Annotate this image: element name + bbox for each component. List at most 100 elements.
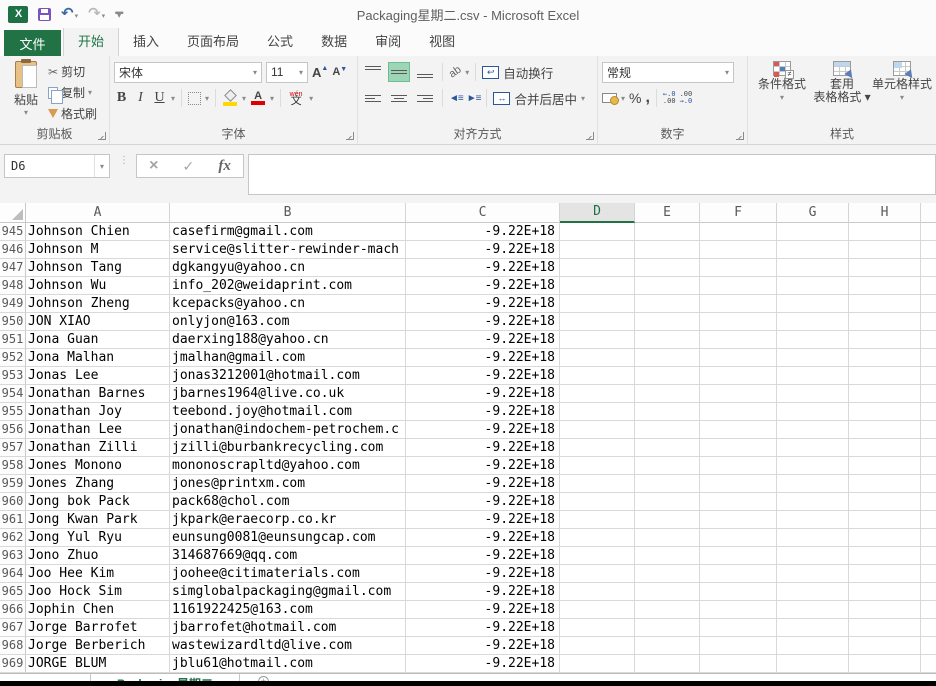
cell-B961[interactable]: jkpark@eraecorp.co.kr: [170, 511, 406, 529]
cell-H959[interactable]: [849, 475, 921, 493]
cell-A956[interactable]: Jonathan Lee: [26, 421, 170, 439]
cell-H966[interactable]: [849, 601, 921, 619]
align-center-button[interactable]: [388, 88, 410, 108]
cell-E948[interactable]: [635, 277, 700, 295]
chevron-down-icon[interactable]: ▾: [242, 94, 246, 103]
cell-G962[interactable]: [777, 529, 849, 547]
cell-E953[interactable]: [635, 367, 700, 385]
cell-F963[interactable]: [700, 547, 777, 565]
cell-G966[interactable]: [777, 601, 849, 619]
dialog-launcher-icon[interactable]: [586, 132, 594, 140]
align-top-button[interactable]: [362, 62, 384, 82]
cell-H953[interactable]: [849, 367, 921, 385]
row-header-964[interactable]: 964: [0, 565, 26, 583]
cell-A951[interactable]: Jona Guan: [26, 331, 170, 349]
dialog-launcher-icon[interactable]: [346, 132, 354, 140]
cell-E954[interactable]: [635, 385, 700, 403]
cell-A962[interactable]: Jong Yul Ryu: [26, 529, 170, 547]
cell-B966[interactable]: 1161922425@163.com: [170, 601, 406, 619]
cell-H955[interactable]: [849, 403, 921, 421]
borders-icon[interactable]: [188, 92, 201, 105]
tab-file[interactable]: 文件: [4, 30, 61, 56]
row-header-945[interactable]: 945: [0, 223, 26, 241]
chevron-down-icon[interactable]: ▾: [270, 94, 274, 103]
cell-C946[interactable]: -9.22E+18: [406, 241, 560, 259]
cell-D955[interactable]: [560, 403, 635, 421]
cell-A950[interactable]: JON XIAO: [26, 313, 170, 331]
chevron-down-icon[interactable]: ▾: [75, 13, 79, 20]
cell-F966[interactable]: [700, 601, 777, 619]
cell-G967[interactable]: [777, 619, 849, 637]
cell-A961[interactable]: Jong Kwan Park: [26, 511, 170, 529]
cell-C951[interactable]: -9.22E+18: [406, 331, 560, 349]
cell-D958[interactable]: [560, 457, 635, 475]
cell-A959[interactable]: Jones Zhang: [26, 475, 170, 493]
align-middle-button[interactable]: [388, 62, 410, 82]
cell-A963[interactable]: Jono Zhuo: [26, 547, 170, 565]
cell-E958[interactable]: [635, 457, 700, 475]
row-header-965[interactable]: 965: [0, 583, 26, 601]
cell-B958[interactable]: mononoscrapltd@yahoo.com: [170, 457, 406, 475]
decrease-decimal-button[interactable]: .00→.0: [680, 91, 693, 105]
cell-D956[interactable]: [560, 421, 635, 439]
column-header-C[interactable]: C: [406, 203, 560, 223]
cell-C962[interactable]: -9.22E+18: [406, 529, 560, 547]
cell-H963[interactable]: [849, 547, 921, 565]
cell-D952[interactable]: [560, 349, 635, 367]
cell-F945[interactable]: [700, 223, 777, 241]
cell-E957[interactable]: [635, 439, 700, 457]
row-header-950[interactable]: 950: [0, 313, 26, 331]
row-header-959[interactable]: 959: [0, 475, 26, 493]
cell-E964[interactable]: [635, 565, 700, 583]
cell-C947[interactable]: -9.22E+18: [406, 259, 560, 277]
cell-E955[interactable]: [635, 403, 700, 421]
cell-C945[interactable]: -9.22E+18: [406, 223, 560, 241]
cell-F953[interactable]: [700, 367, 777, 385]
cell-F960[interactable]: [700, 493, 777, 511]
cell-G956[interactable]: [777, 421, 849, 439]
row-header-962[interactable]: 962: [0, 529, 26, 547]
cell-F956[interactable]: [700, 421, 777, 439]
cell-H967[interactable]: [849, 619, 921, 637]
cell-E966[interactable]: [635, 601, 700, 619]
dialog-launcher-icon[interactable]: [98, 132, 106, 140]
cell-H954[interactable]: [849, 385, 921, 403]
formula-input[interactable]: [248, 154, 936, 195]
cell-F949[interactable]: [700, 295, 777, 313]
chevron-down-icon[interactable]: ▾: [88, 88, 92, 97]
cell-H964[interactable]: [849, 565, 921, 583]
cell-D948[interactable]: [560, 277, 635, 295]
cell-C967[interactable]: -9.22E+18: [406, 619, 560, 637]
cell-B956[interactable]: jonathan@indochem-petrochem.c: [170, 421, 406, 439]
row-header-961[interactable]: 961: [0, 511, 26, 529]
row-header-953[interactable]: 953: [0, 367, 26, 385]
cell-G951[interactable]: [777, 331, 849, 349]
cell-E960[interactable]: [635, 493, 700, 511]
column-header-B[interactable]: B: [170, 203, 406, 223]
percent-style-button[interactable]: %: [629, 90, 641, 106]
cell-D960[interactable]: [560, 493, 635, 511]
chevron-down-icon[interactable]: ▾: [581, 94, 585, 103]
comma-style-button[interactable]: ,: [645, 89, 649, 107]
cell-B946[interactable]: service@slitter-rewinder-mach: [170, 241, 406, 259]
cell-A960[interactable]: Jong bok Pack: [26, 493, 170, 511]
cell-H969[interactable]: [849, 655, 921, 673]
cell-D965[interactable]: [560, 583, 635, 601]
cell-B954[interactable]: jbarnes1964@live.co.uk: [170, 385, 406, 403]
cell-G952[interactable]: [777, 349, 849, 367]
cell-D962[interactable]: [560, 529, 635, 547]
cell-E952[interactable]: [635, 349, 700, 367]
cell-A967[interactable]: Jorge Barrofet: [26, 619, 170, 637]
cell-B960[interactable]: pack68@chol.com: [170, 493, 406, 511]
cell-A958[interactable]: Jones Monono: [26, 457, 170, 475]
tab-home[interactable]: 开始: [63, 25, 119, 56]
formula-bar-handle[interactable]: ⋮: [119, 158, 129, 163]
font-size-select[interactable]: 11 ▾: [266, 62, 308, 83]
cell-F951[interactable]: [700, 331, 777, 349]
cell-G965[interactable]: [777, 583, 849, 601]
cell-G949[interactable]: [777, 295, 849, 313]
cell-F967[interactable]: [700, 619, 777, 637]
tab-review[interactable]: 审阅: [361, 26, 415, 56]
increase-indent-button[interactable]: ►≡: [467, 93, 481, 104]
column-header-F[interactable]: F: [700, 203, 777, 223]
